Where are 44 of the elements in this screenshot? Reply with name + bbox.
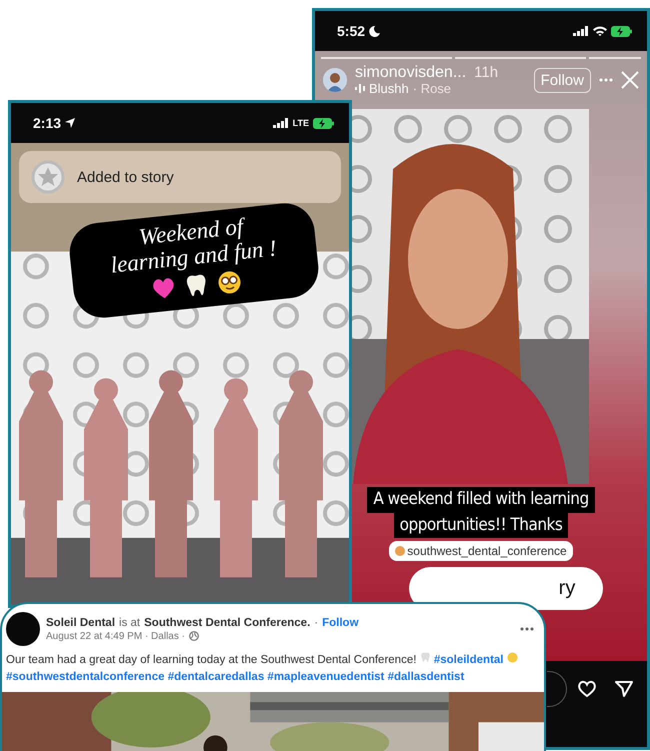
separator-dot: · <box>314 616 318 628</box>
avatar[interactable] <box>323 68 347 92</box>
post-time: 11h <box>474 65 498 81</box>
author-name[interactable]: Soleil Dental <box>46 616 116 628</box>
status-time: 5:52 <box>337 23 366 39</box>
network-label: LTE <box>292 118 309 128</box>
hashtag-link[interactable]: #southwestdentalconference <box>6 671 164 684</box>
page-avatar[interactable] <box>6 612 40 646</box>
story-sticker-button[interactable]: ry <box>408 566 604 610</box>
heart-icon[interactable] <box>577 680 597 698</box>
follow-button[interactable]: Follow <box>534 68 591 93</box>
close-icon[interactable] <box>621 71 639 90</box>
follow-link[interactable]: Follow <box>322 616 359 628</box>
post-text: Our team had a great day of learning today at the Southwest Dental Conference! #soleildental #southwestdentalconference #dentalcaredallas #mapleavenuedentist #dallasdentist <box>6 652 540 686</box>
mention-sticker[interactable]: southwest_dental_conference <box>389 540 573 561</box>
caption-text: opportunities!! Thanks <box>394 512 568 538</box>
status-time: 2:13 <box>33 115 62 131</box>
music-bars-icon <box>355 84 365 94</box>
reply-field[interactable] <box>547 671 567 707</box>
star-badge-icon <box>31 160 65 194</box>
hashtag-link[interactable]: #soleildental <box>434 654 504 666</box>
location-arrow-icon <box>65 118 76 128</box>
hashtag-link[interactable]: #dentalcaredallas <box>168 671 264 684</box>
username[interactable]: simonovisden... <box>355 65 466 82</box>
battery-icon <box>313 118 335 128</box>
hashtag-link[interactable]: #dallasdentist <box>388 671 464 684</box>
song-title[interactable]: Blushh <box>369 82 409 96</box>
relation-text: is at <box>119 616 140 628</box>
globe-icon <box>188 631 199 641</box>
glasses-face-icon <box>216 268 243 296</box>
wifi-icon <box>593 26 607 36</box>
send-icon[interactable] <box>615 680 633 698</box>
caption-text: A weekend filled with learning <box>367 487 595 513</box>
more-icon[interactable] <box>520 627 534 631</box>
moon-icon <box>369 26 380 36</box>
signal-icon <box>573 26 589 36</box>
post-meta: August 22 at 4:49 PM · Dallas · <box>46 630 185 642</box>
hashtag-link[interactable]: #mapleavenuedentist <box>267 671 384 684</box>
toast-text: Added to story <box>77 168 174 186</box>
place-name[interactable]: Southwest Dental Conference. <box>144 616 310 628</box>
signal-icon <box>272 118 289 128</box>
battery-icon <box>611 26 633 36</box>
more-icon[interactable] <box>599 78 613 82</box>
tooth-icon <box>420 652 431 663</box>
